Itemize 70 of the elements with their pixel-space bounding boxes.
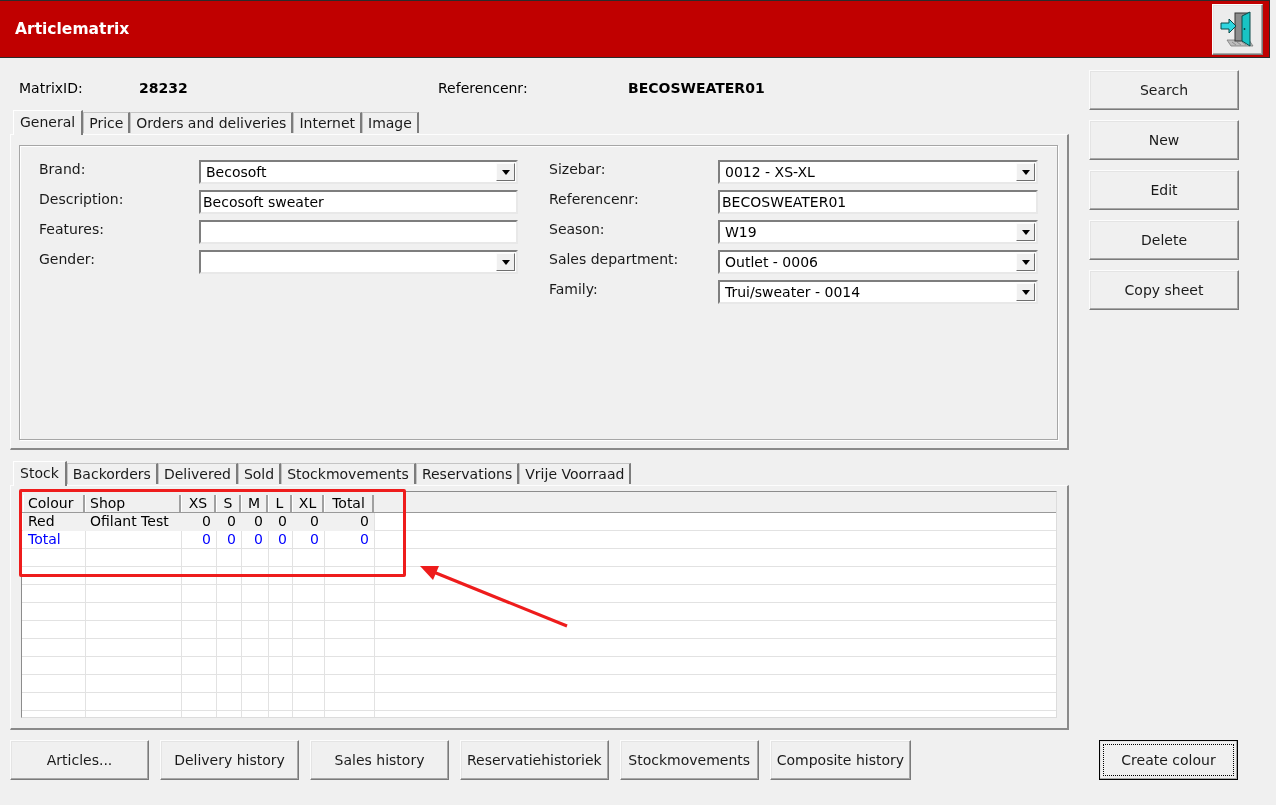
caret-down-icon: [1016, 223, 1035, 241]
field-label: Family:: [549, 280, 599, 298]
caret-down-icon: [496, 253, 515, 271]
tab[interactable]: Stock: [13, 461, 67, 486]
field-label: Brand:: [39, 160, 87, 178]
action-button[interactable]: Delivery history: [160, 740, 299, 780]
window-title: Articlematrix: [15, 20, 130, 38]
tab[interactable]: Image: [362, 112, 419, 133]
tab[interactable]: Delivered: [157, 463, 238, 484]
dropdown-field[interactable]: Becosoft: [199, 160, 518, 184]
caret-down-icon: [496, 163, 515, 181]
field-label: Features:: [39, 220, 105, 238]
tab[interactable]: Internet: [293, 112, 362, 133]
table-cell: Ofilant Test: [85, 513, 181, 531]
dropdown-field[interactable]: [199, 250, 518, 274]
table-cell: 0: [292, 531, 324, 549]
caret-down-icon: [1016, 163, 1035, 181]
exit-button[interactable]: [1212, 3, 1263, 55]
caret-down-icon: [1016, 283, 1035, 301]
text-field[interactable]: BECOSWEATER01: [718, 190, 1038, 214]
table-cell: 0: [241, 531, 268, 549]
field-label: Description:: [39, 190, 125, 208]
text-field[interactable]: Becosoft sweater: [199, 190, 518, 214]
action-button[interactable]: Reservatiehistoriek: [460, 740, 609, 780]
table-cell: Total: [23, 531, 85, 549]
action-button[interactable]: Stockmovements: [619, 740, 759, 780]
tab[interactable]: General: [13, 110, 84, 135]
tab[interactable]: Price: [83, 112, 131, 133]
field-label: MatrixID:: [19, 80, 84, 96]
field-value: 28232: [139, 80, 189, 96]
table-cell: 0: [292, 513, 324, 531]
dropdown-field[interactable]: W19: [718, 220, 1038, 244]
action-button[interactable]: Copy sheet: [1089, 270, 1239, 310]
field-label: Sizebar:: [549, 160, 607, 178]
tab[interactable]: Backorders: [66, 463, 158, 484]
tab[interactable]: Stockmovements: [281, 463, 416, 484]
field-label: Referencenr:: [438, 80, 529, 96]
table-cell: 0: [241, 513, 268, 531]
action-button[interactable]: Create colour: [1099, 740, 1238, 780]
action-button[interactable]: Delete: [1089, 220, 1239, 260]
action-button[interactable]: Articles...: [10, 740, 149, 780]
tab[interactable]: Reservations: [415, 463, 520, 484]
field-value: BECOSWEATER01: [628, 80, 766, 96]
table-cell: 0: [324, 513, 374, 531]
action-button[interactable]: Sales history: [310, 740, 449, 780]
table-cell: 0: [181, 513, 216, 531]
action-button[interactable]: Search: [1089, 70, 1239, 110]
dropdown-field[interactable]: Outlet - 0006: [718, 250, 1038, 274]
tab[interactable]: Orders and deliveries: [130, 112, 294, 133]
table-cell: 0: [216, 531, 241, 549]
field-label: Gender:: [39, 250, 97, 268]
field-label: Season:: [549, 220, 606, 238]
text-field[interactable]: [199, 220, 518, 244]
table-cell: 0: [268, 513, 292, 531]
caret-down-icon: [1016, 253, 1035, 271]
tab[interactable]: Sold: [237, 463, 282, 484]
table-cell: 0: [268, 531, 292, 549]
table-cell: Red: [23, 513, 85, 531]
field-label: Referencenr:: [549, 190, 640, 208]
action-button[interactable]: New: [1089, 120, 1239, 160]
table-cell: 0: [216, 513, 241, 531]
dropdown-field[interactable]: 0012 - XS-XL: [718, 160, 1038, 184]
table-cell: 0: [324, 531, 374, 549]
table-cell: 0: [181, 531, 216, 549]
action-button[interactable]: Edit: [1089, 170, 1239, 210]
tab[interactable]: Vrije Voorraad: [519, 463, 632, 484]
field-label: Sales department:: [549, 250, 680, 268]
dropdown-field[interactable]: Trui/sweater - 0014: [718, 280, 1038, 304]
door-arrow-icon: [1218, 10, 1257, 48]
action-button[interactable]: Composite history: [769, 740, 912, 780]
